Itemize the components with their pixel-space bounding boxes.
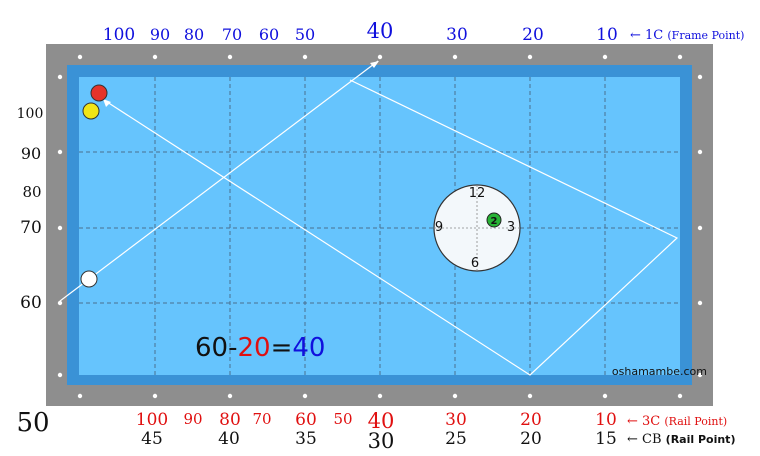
rail-scale-80: 80 bbox=[219, 410, 241, 430]
clock-label-3: 3 bbox=[507, 220, 515, 235]
left-scale-90: 90 bbox=[21, 144, 41, 163]
clock-diagram: 12 3 6 9 2 bbox=[433, 184, 521, 272]
top-scale-50: 50 bbox=[295, 25, 315, 44]
top-scale-60: 60 bbox=[259, 25, 279, 44]
top-scale-80: 80 bbox=[184, 25, 204, 44]
yellow-ball bbox=[82, 102, 100, 120]
formula-op2: = bbox=[271, 333, 293, 363]
red-ball bbox=[90, 84, 108, 102]
clock-label-6: 6 bbox=[471, 256, 479, 271]
cue-ball bbox=[80, 270, 98, 288]
left-scale-100: 100 bbox=[17, 106, 44, 122]
top-scale-100: 100 bbox=[103, 25, 135, 45]
formula-op1: - bbox=[228, 333, 237, 363]
top-scale-90: 90 bbox=[150, 25, 170, 44]
rail-scale-legend: ← 3C (Rail Point) bbox=[627, 414, 727, 429]
formula-a: 60 bbox=[195, 333, 228, 363]
rail-scale-100: 100 bbox=[136, 410, 168, 430]
cb-scale-25: 25 bbox=[445, 429, 467, 449]
cb-scale-15: 15 bbox=[595, 429, 617, 449]
bottom-cb-scale: 45 40 35 30 25 20 15 ← CB (Rail Point) bbox=[141, 429, 735, 453]
rail-scale-20: 20 bbox=[520, 410, 542, 430]
formula-b: 20 bbox=[237, 333, 270, 363]
rail-scale-60: 60 bbox=[295, 410, 317, 430]
top-scale-40: 40 bbox=[367, 19, 394, 43]
cb-scale-40: 40 bbox=[218, 429, 240, 449]
clock-label-12: 12 bbox=[469, 186, 486, 201]
top-scale-legend: ← 1C (Frame Point) bbox=[630, 28, 744, 43]
cb-scale-35: 35 bbox=[295, 429, 317, 449]
top-scale-10: 10 bbox=[596, 25, 618, 45]
rail-scale-90: 90 bbox=[183, 410, 202, 428]
left-scale: 100 90 80 70 60 50 bbox=[16, 106, 49, 438]
rail-scale-30: 30 bbox=[445, 410, 467, 430]
cb-scale-30: 30 bbox=[368, 429, 395, 453]
rail-scale-50: 50 bbox=[333, 410, 352, 428]
left-scale-60: 60 bbox=[20, 293, 42, 313]
top-scale: 100 90 80 70 60 50 40 30 20 10 ← 1C (Fra… bbox=[103, 19, 745, 45]
billiard-diagram: 12 3 6 9 2 60-20=40 oshamambe.com 100 90… bbox=[16, 19, 745, 453]
corner-scale-50: 50 bbox=[16, 408, 49, 438]
watermark: oshamambe.com bbox=[612, 365, 707, 378]
target-ball-label: 2 bbox=[491, 216, 498, 227]
cb-scale-20: 20 bbox=[520, 429, 542, 449]
cb-scale-45: 45 bbox=[141, 429, 163, 449]
top-scale-30: 30 bbox=[446, 25, 468, 45]
left-scale-70: 70 bbox=[20, 218, 42, 238]
top-scale-20: 20 bbox=[522, 25, 544, 45]
rail-scale-10: 10 bbox=[595, 410, 617, 430]
rail-scale-70: 70 bbox=[252, 410, 271, 428]
formula: 60-20=40 bbox=[195, 333, 325, 363]
top-scale-70: 70 bbox=[222, 25, 242, 44]
left-scale-80: 80 bbox=[22, 183, 41, 201]
cb-scale-legend: ← CB (Rail Point) bbox=[627, 432, 735, 447]
clock-label-9: 9 bbox=[435, 220, 443, 235]
formula-c: 40 bbox=[292, 333, 325, 363]
